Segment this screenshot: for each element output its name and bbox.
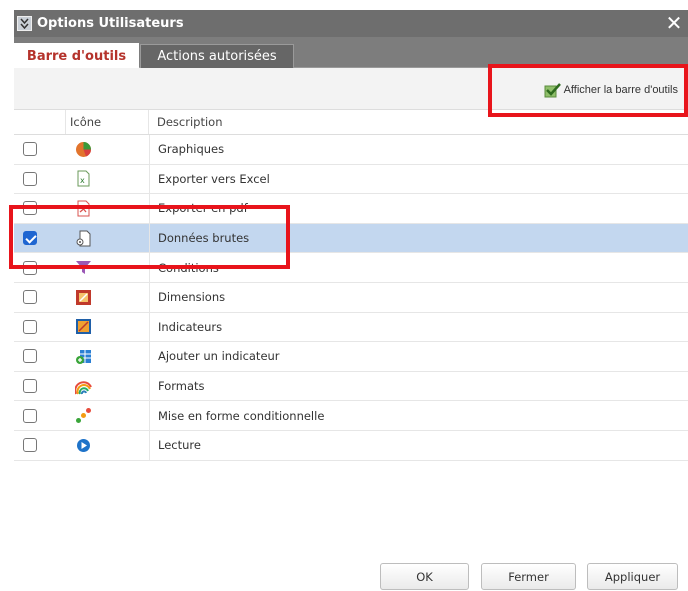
row-description: Données brutes (149, 223, 688, 253)
dialog-title: Options Utilisateurs (37, 16, 184, 31)
table-header: Icône Description (14, 110, 688, 135)
tab-toolbar[interactable]: Barre d'outils (14, 43, 139, 69)
table-row[interactable]: Ajouter un indicateur (14, 342, 688, 372)
pie-chart-icon (76, 141, 91, 157)
toolbar-items-table: Icône Description Graphiques x Exporter … (14, 110, 688, 461)
row-description: Formats (149, 371, 688, 401)
row-checkbox[interactable] (23, 171, 37, 186)
close-icon[interactable]: ✕ (662, 11, 686, 35)
table-row[interactable]: x Exporter vers Excel (14, 164, 688, 195)
row-description: Graphiques (149, 135, 688, 164)
row-checkbox[interactable] (23, 142, 37, 157)
row-description: Ajouter un indicateur (149, 342, 688, 371)
header-icon: Icône (66, 110, 149, 134)
header-check-cell (14, 110, 66, 134)
tab-allowed-actions[interactable]: Actions autorisées (140, 44, 294, 68)
table-row[interactable]: Exporter en pdf (14, 194, 688, 224)
tab-bar: Barre d'outils Actions autorisées (14, 37, 688, 69)
row-description: Mise en forme conditionnelle (149, 401, 688, 430)
dimensions-icon (76, 289, 91, 305)
row-checkbox[interactable] (23, 231, 37, 246)
row-checkbox[interactable] (23, 290, 37, 305)
dialog-titlebar: Options Utilisateurs ✕ (14, 10, 688, 37)
row-description: Indicateurs (149, 312, 688, 342)
row-checkbox[interactable] (23, 408, 37, 423)
table-row[interactable]: Dimensions (14, 282, 688, 313)
indicators-icon (76, 319, 91, 335)
table-row[interactable]: Formats (14, 371, 688, 402)
panel-toolbar: Afficher la barre d'outils (14, 68, 688, 110)
dialog-app-icon (17, 16, 32, 31)
pdf-icon (77, 200, 90, 217)
table-row[interactable]: Données brutes (14, 223, 688, 254)
table-row[interactable]: Mise en forme conditionnelle (14, 401, 688, 431)
row-checkbox[interactable] (23, 349, 37, 364)
row-checkbox[interactable] (23, 319, 37, 334)
table-row[interactable]: Graphiques (14, 135, 688, 165)
excel-icon: x (77, 170, 90, 187)
row-description: Conditions (149, 253, 688, 282)
add-indicator-icon (76, 349, 91, 364)
table-row[interactable]: Indicateurs (14, 312, 688, 343)
row-checkbox[interactable] (23, 438, 37, 453)
conditional-format-icon (76, 408, 91, 424)
check-icon (544, 83, 561, 98)
row-checkbox[interactable] (23, 201, 37, 216)
table-row[interactable]: Lecture (14, 430, 688, 461)
svg-text:x: x (80, 176, 85, 185)
row-description: Exporter en pdf (149, 194, 688, 223)
show-toolbar-button[interactable]: Afficher la barre d'outils (544, 82, 678, 98)
row-description: Lecture (149, 430, 688, 460)
row-checkbox[interactable] (23, 379, 37, 394)
raw-data-icon (76, 230, 91, 247)
play-icon (77, 438, 90, 452)
table-row[interactable]: Conditions (14, 253, 688, 283)
row-checkbox[interactable] (23, 260, 37, 275)
show-toolbar-label: Afficher la barre d'outils (563, 84, 678, 96)
row-description: Exporter vers Excel (149, 164, 688, 194)
close-button[interactable]: Fermer (481, 563, 576, 590)
row-description: Dimensions (149, 282, 688, 312)
ok-button[interactable]: OK (380, 563, 469, 590)
tab-panel: Afficher la barre d'outils Icône Descrip… (14, 68, 688, 463)
apply-button[interactable]: Appliquer (587, 563, 678, 590)
rainbow-icon (75, 380, 92, 394)
header-description: Description (157, 115, 223, 129)
filter-icon (76, 261, 91, 275)
